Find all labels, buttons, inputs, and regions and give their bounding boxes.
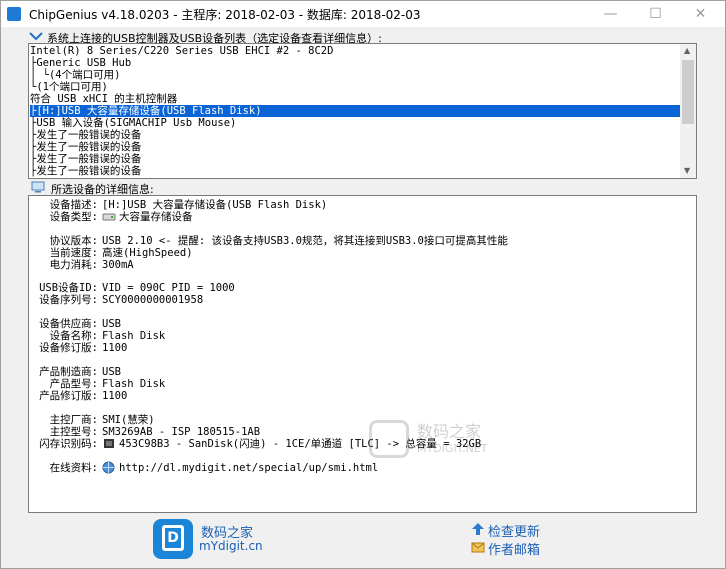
detail-value: Flash Disk xyxy=(102,378,166,390)
watermark-title: 数码之家 xyxy=(417,422,482,441)
scroll-down-icon[interactable]: ▼ xyxy=(684,166,690,175)
detail-value: 1100 xyxy=(102,390,128,402)
tree-item[interactable]: └(1个端口可用) xyxy=(30,81,108,93)
detail-key: 设备类型: xyxy=(49,211,98,223)
author-mail-link[interactable]: 作者邮箱 xyxy=(488,539,540,558)
detail-key: 协议版本: xyxy=(49,235,98,247)
online-link[interactable]: http://dl.mydigit.net/special/up/smi.htm… xyxy=(119,462,378,474)
detail-value: USB xyxy=(102,318,121,330)
detail-value: USB 2.10 <- 提醒: 该设备支持USB3.0规范，将其连接到USB3.… xyxy=(102,235,508,247)
window-title: ChipGenius v4.18.0203 - 主程序: 2018-02-03 … xyxy=(29,8,421,22)
tree-item[interactable]: ├USB 输入设备(SIGMACHIP Usb Mouse) xyxy=(30,117,236,129)
app-window: ChipGenius v4.18.0203 - 主程序: 2018-02-03 … xyxy=(0,0,726,569)
tree-item[interactable]: ├发生了一般错误的设备 xyxy=(30,165,141,177)
close-button[interactable]: ✕ xyxy=(678,1,723,27)
detail-key: 设备描述: xyxy=(49,199,98,211)
detail-value: USB xyxy=(102,366,121,378)
detail-key: 当前速度: xyxy=(49,247,98,259)
minimize-button[interactable]: — xyxy=(588,1,633,27)
tree-item[interactable]: ├发生了一般错误的设备 xyxy=(30,153,141,165)
watermark-url: MYDIGIT.NET xyxy=(417,442,488,455)
tree-item[interactable]: Intel(R) 8 Series/C220 Series USB EHCI #… xyxy=(30,45,333,57)
globe-icon xyxy=(102,461,115,474)
logo-letter: D xyxy=(162,525,184,551)
tree-scrollbar[interactable]: ▲ ▼ xyxy=(680,44,696,178)
tree-item[interactable]: 符合 USB xHCI 的主机控制器 xyxy=(30,93,177,105)
scroll-thumb[interactable] xyxy=(682,60,694,124)
app-icon xyxy=(7,7,21,21)
monitor-icon xyxy=(31,181,45,193)
detail-key: 产品修订版: xyxy=(39,390,98,402)
disk-icon xyxy=(102,213,116,221)
tree-item-selected[interactable]: ├[H:]USB 大容量存储设备(USB Flash Disk) xyxy=(30,105,682,117)
chip-icon xyxy=(104,439,114,448)
mail-icon xyxy=(471,542,485,553)
detail-key: 设备名称: xyxy=(49,330,98,342)
detail-value: Flash Disk xyxy=(102,330,166,342)
title-bar: ChipGenius v4.18.0203 - 主程序: 2018-02-03 … xyxy=(1,1,725,27)
tree-item[interactable]: │ └(4个端口可用) xyxy=(30,69,120,81)
detail-key: 主控厂商: xyxy=(49,414,98,426)
detail-key: 在线资料: xyxy=(49,462,98,474)
maximize-button[interactable]: ☐ xyxy=(633,1,678,27)
detail-key: 设备序列号: xyxy=(39,294,98,306)
mydigit-logo[interactable]: D xyxy=(153,519,193,559)
watermark: 数码之家 MYDIGIT.NET xyxy=(369,418,488,464)
detail-key: 电力消耗: xyxy=(49,259,98,271)
tree-item[interactable]: ├发生了一般错误的设备 xyxy=(30,129,141,141)
details-panel: 设备描述: [H:]USB 大容量存储设备(USB Flash Disk) 设备… xyxy=(28,195,697,513)
detail-value: 1100 xyxy=(102,342,128,354)
detail-key: 设备修订版: xyxy=(39,342,98,354)
detail-value: [H:]USB 大容量存储设备(USB Flash Disk) xyxy=(102,199,328,211)
expand-icon xyxy=(29,32,43,41)
check-update-link[interactable]: 检查更新 xyxy=(488,521,540,540)
detail-key: 设备供应商: xyxy=(39,318,98,330)
detail-key: USB设备ID: xyxy=(39,282,98,294)
up-arrow-icon xyxy=(472,523,484,535)
detail-value: 大容量存储设备 xyxy=(119,211,193,223)
scroll-up-icon[interactable]: ▲ xyxy=(684,46,690,55)
device-tree[interactable]: Intel(R) 8 Series/C220 Series USB EHCI #… xyxy=(28,43,697,179)
detail-value: SM3269AB - ISP 180515-1AB xyxy=(102,426,261,438)
detail-value: 高速(HighSpeed) xyxy=(102,247,193,259)
detail-key: 产品型号: xyxy=(49,378,98,390)
detail-value: 300mA xyxy=(102,259,134,271)
tree-item[interactable]: ├Generic USB Hub xyxy=(30,57,131,69)
tree-item[interactable]: ├发生了一般错误的设备 xyxy=(30,141,141,153)
detail-key: 主控型号: xyxy=(49,426,98,438)
detail-key: 产品制造商: xyxy=(39,366,98,378)
detail-key: 闪存识别码: xyxy=(39,438,98,450)
detail-value: SMI(慧荣) xyxy=(102,414,155,426)
site-url[interactable]: mYdigit.cn xyxy=(199,539,263,553)
detail-value: SCY0000000001958 xyxy=(102,294,204,306)
detail-value: VID = 090C PID = 1000 xyxy=(102,282,235,294)
